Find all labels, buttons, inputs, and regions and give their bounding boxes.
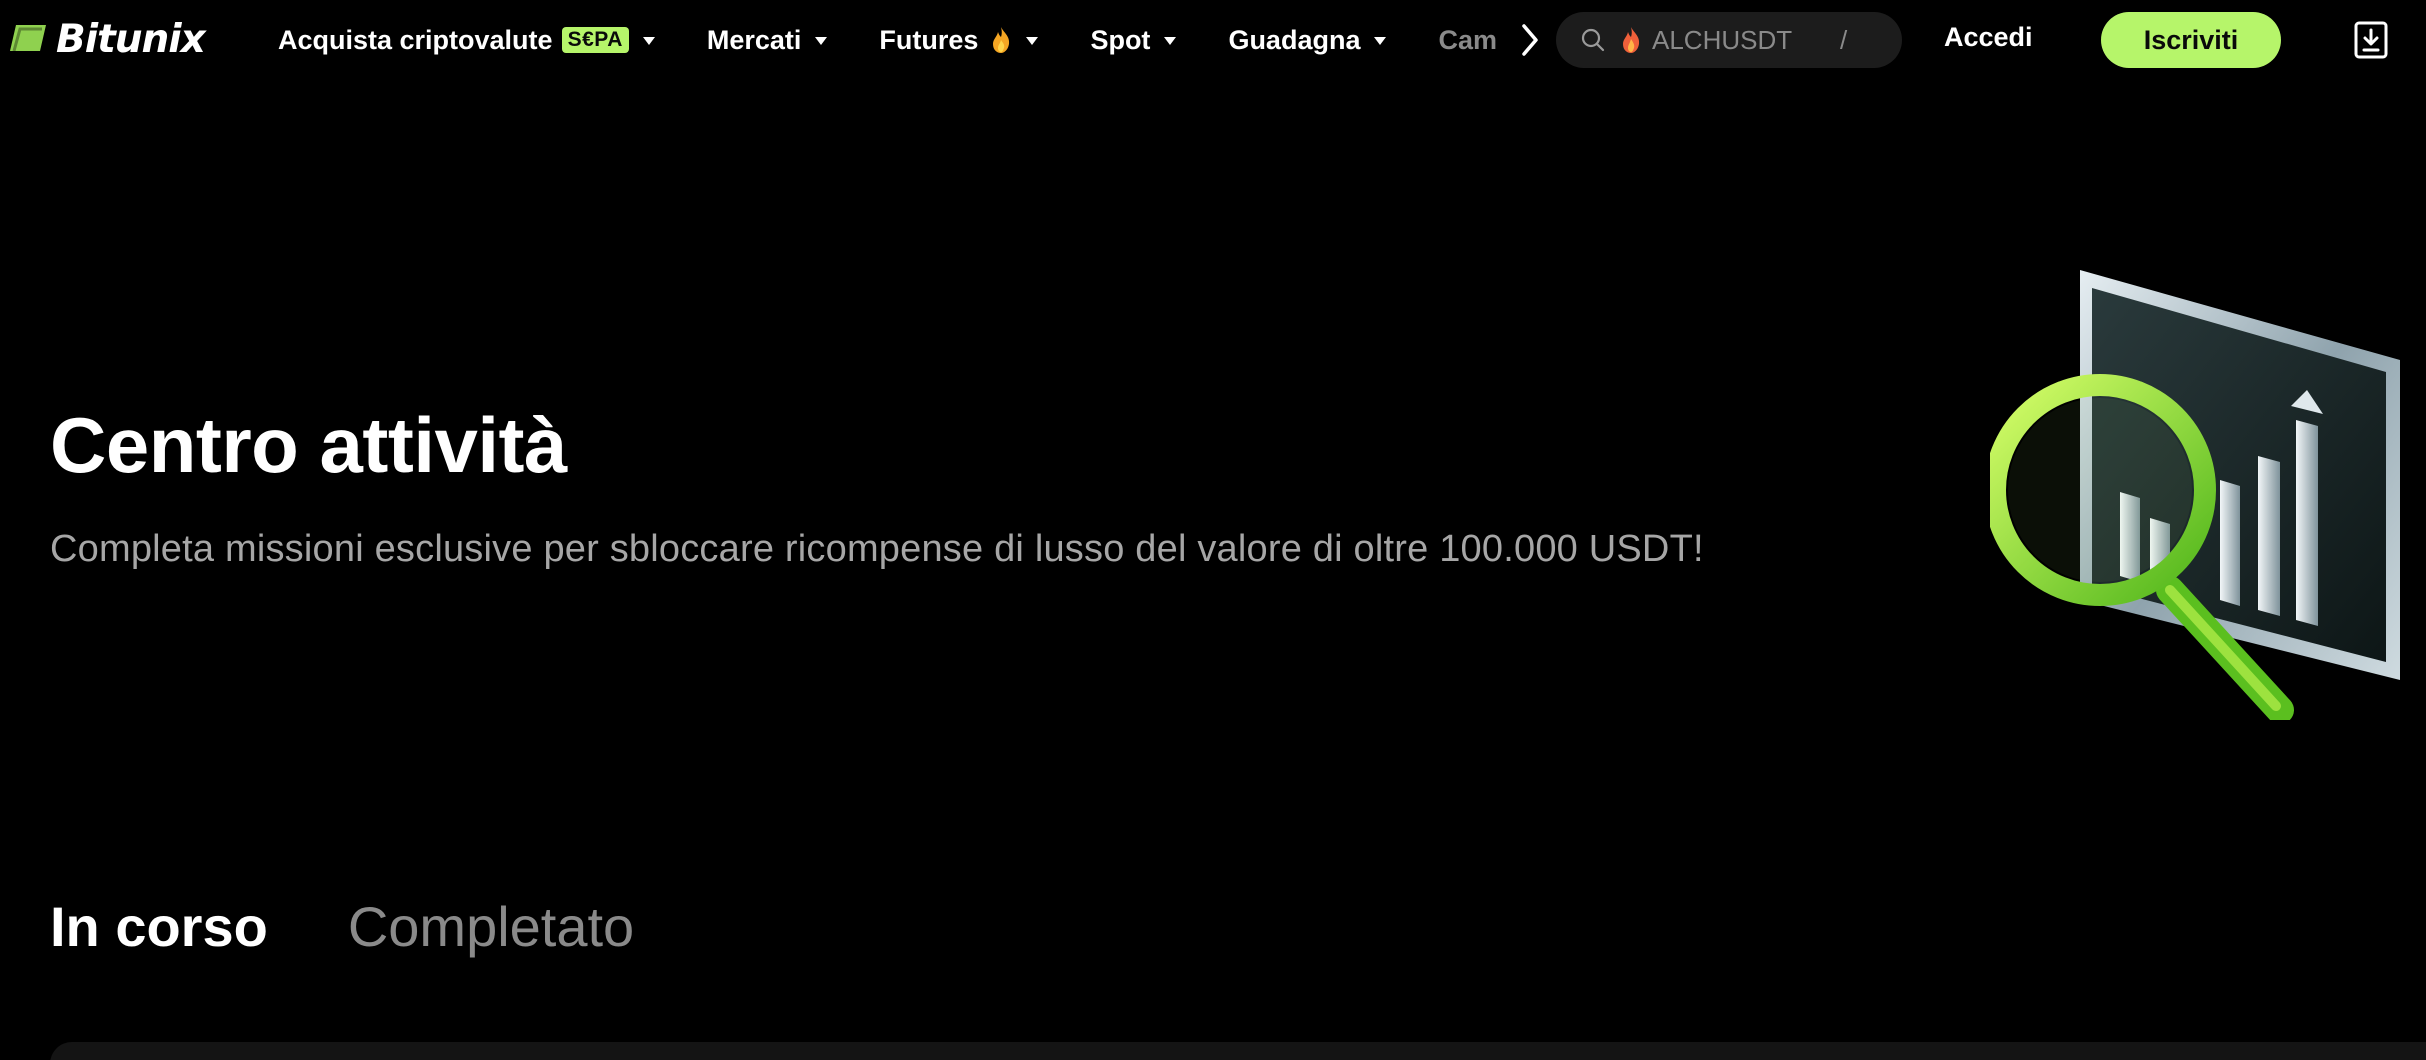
flame-icon [993, 27, 1010, 53]
chevron-down-icon [642, 37, 655, 45]
menu-item-markets[interactable]: Mercati [707, 25, 828, 56]
page-title: Centro attività [50, 401, 567, 489]
sepa-badge: S€PA [561, 27, 629, 53]
menu-item-earn[interactable]: Guadagna [1228, 24, 1387, 56]
chevron-right-icon[interactable] [1516, 20, 1544, 60]
menu-item-label: Acquista criptovalute [278, 24, 553, 55]
chevron-down-icon [815, 37, 828, 45]
activity-tabs: In corso Completato [50, 894, 714, 959]
menu-item-label: Mercati [706, 24, 802, 55]
menu-item-label: Guadagna [1228, 24, 1361, 55]
top-nav: Bitunix Acquista criptovalute S€PA Merca… [0, 0, 2426, 80]
menu-item-label: Cam [1438, 24, 1497, 55]
signup-button[interactable]: Iscriviti [2101, 12, 2281, 68]
activity-card [50, 1042, 2426, 1060]
menu-item-futures[interactable]: Futures [879, 24, 1039, 56]
menu-item-buy-crypto[interactable]: Acquista criptovalute S€PA [278, 25, 655, 56]
chevron-down-icon [1164, 37, 1177, 45]
menu-item-spot[interactable]: Spot [1090, 24, 1177, 56]
tab-in-progress[interactable]: In corso [50, 894, 268, 959]
menu-item-label: Spot [1090, 24, 1151, 55]
search-icon [1581, 28, 1605, 52]
search-input[interactable]: ALCHUSDT [1652, 25, 1822, 56]
brand-logo-icon [10, 25, 46, 52]
search-shortcut: / [1840, 24, 1848, 55]
tab-completed[interactable]: Completato [348, 894, 634, 959]
login-link[interactable]: Accedi [1944, 22, 2033, 53]
flame-icon [1623, 27, 1640, 53]
main-menu: Acquista criptovalute S€PA Mercati Futur… [278, 0, 1548, 80]
menu-item-truncated[interactable]: Cam [1438, 25, 1497, 56]
menu-item-label: Futures [879, 24, 979, 55]
chevron-down-icon [1374, 37, 1387, 45]
brand-logo[interactable]: Bitunix [6, 16, 206, 62]
brand-name: Bitunix [56, 16, 206, 62]
download-icon[interactable] [2354, 21, 2388, 59]
page: Bitunix Acquista criptovalute S€PA Merca… [0, 0, 2426, 1060]
chevron-down-icon [1026, 37, 1039, 45]
search-bar[interactable]: ALCHUSDT / [1556, 12, 1902, 68]
magnifier-chart-illustration [1990, 270, 2400, 720]
page-subtitle: Completa missioni esclusive per sbloccar… [50, 528, 1704, 570]
